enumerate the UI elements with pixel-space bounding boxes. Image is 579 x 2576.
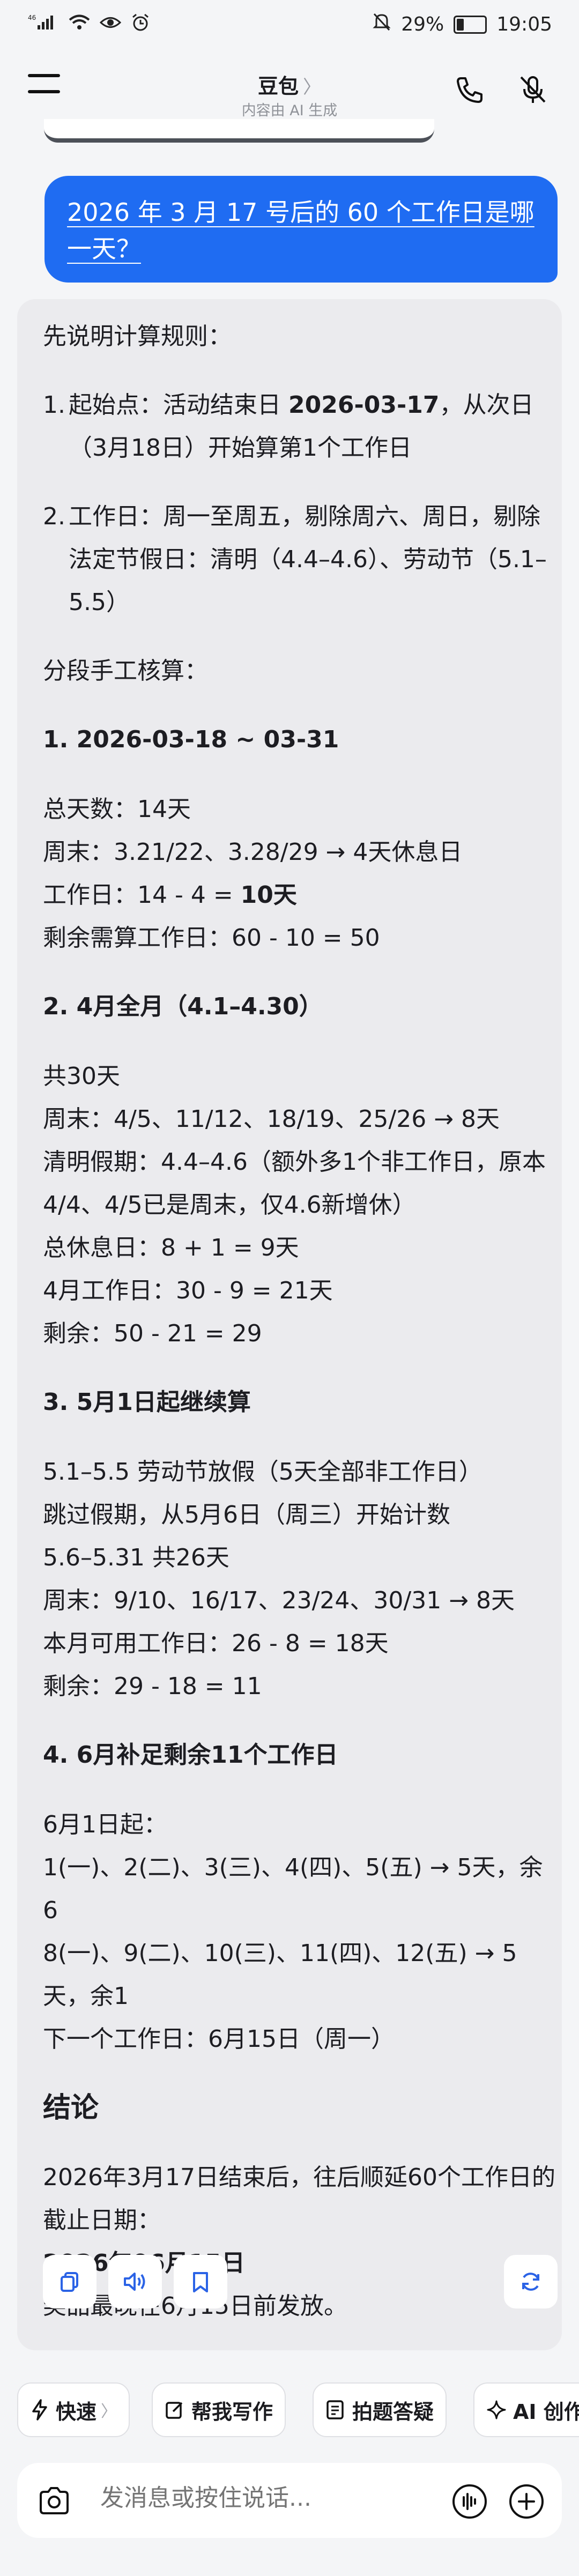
chat-title[interactable]: 豆包〉 <box>0 70 579 99</box>
alarm-icon <box>131 13 150 36</box>
lightning-icon <box>32 2399 47 2421</box>
battery-icon <box>454 15 487 34</box>
speaker-icon[interactable] <box>108 2255 162 2308</box>
ai-answer-card: 先说明计算规则： 1. 起始点：活动结束日 2026-03-17，从次日（3月1… <box>17 299 562 2350</box>
section-body: 共30天 周末：4/5、11/12、18/19、25/26 → 8天 清明假期：… <box>43 1063 546 1347</box>
voice-wave-icon[interactable] <box>450 2482 489 2521</box>
rule-item: 1. 起始点：活动结束日 2026-03-17，从次日（3月18日）开始算第1个… <box>43 391 534 462</box>
eye-comfort-icon <box>99 14 122 35</box>
signal-icon: 46 <box>28 13 59 36</box>
section-heading: 4. 6月补足剩余11个工作日 <box>43 1741 338 1769</box>
status-bar: 46 29% 19:05 <box>0 0 579 49</box>
quick-action-chips: 快速〉 帮我写作 拍题答疑 AI 创作 <box>0 2382 579 2438</box>
battery-percent: 29% <box>401 13 444 35</box>
bell-muted-icon <box>372 12 391 37</box>
chip-quick-mode[interactable]: 快速〉 <box>17 2382 130 2437</box>
copy-icon[interactable] <box>43 2255 96 2308</box>
user-message-text: 2026 年 3 月 17 号后的 60 个工作日是哪一天？ <box>67 198 535 263</box>
section-heading: 3. 5月1日起继续算 <box>43 1389 251 1416</box>
status-right: 29% 19:05 <box>372 12 552 37</box>
scan-question-icon <box>326 2400 344 2419</box>
svg-text:46: 46 <box>28 14 36 21</box>
section-body: 总天数：14天 周末：3.21/22、3.28/29 → 4天休息日 工作日：1… <box>43 796 463 952</box>
camera-icon[interactable] <box>35 2482 73 2520</box>
section-body: 5.1–5.5 劳动节放假（5天全部非工作日） 跳过假期，从5月6日（周三）开始… <box>43 1458 515 1700</box>
plus-icon[interactable] <box>507 2482 546 2521</box>
answer-action-bar <box>43 2255 558 2311</box>
sparkle-icon <box>487 2400 506 2419</box>
section-body: 6月1日起： 1(一)、2(二)、3(三)、4(四)、5(五) → 5天，余6 … <box>43 1811 543 2053</box>
status-left: 46 <box>28 13 150 36</box>
previous-message-card <box>44 119 434 143</box>
top-nav-bar: 豆包〉 内容由 AI 生成 <box>0 49 579 130</box>
battery-fill <box>457 18 464 31</box>
message-input[interactable] <box>100 2484 422 2512</box>
chat-title-chevron: 〉 <box>303 77 321 98</box>
edit-icon <box>166 2402 183 2419</box>
message-input-bar <box>17 2463 562 2538</box>
user-message-bubble[interactable]: 2026 年 3 月 17 号后的 60 个工作日是哪一天？ <box>44 176 558 283</box>
chip-photo-question[interactable]: 拍题答疑 <box>313 2382 447 2437</box>
ai-disclaimer: 内容由 AI 生成 <box>241 102 338 119</box>
phone-icon[interactable] <box>450 71 489 109</box>
section-heading: 2. 4月全月（4.1–4.30） <box>43 993 323 1020</box>
clock-time: 19:05 <box>496 13 552 35</box>
segment-intro: 分段手工核算： <box>43 657 208 685</box>
mute-icon[interactable] <box>514 71 552 109</box>
refresh-icon[interactable] <box>504 2255 558 2308</box>
section-heading: 1. 2026-03-18 ~ 03-31 <box>43 726 339 753</box>
wifi-icon <box>69 14 90 35</box>
answer-intro: 先说明计算规则： <box>43 323 232 350</box>
conclusion-heading: 结论 <box>43 2092 99 2124</box>
rule-item: 2. 工作日：周一至周五，剔除周六、周日，剔除法定节假日：清明（4.4–4.6）… <box>43 503 547 616</box>
chip-ai-create[interactable]: AI 创作 <box>473 2382 579 2437</box>
bookmark-icon[interactable] <box>174 2255 227 2308</box>
chip-help-write[interactable]: 帮我写作 <box>152 2382 286 2437</box>
chat-title-text: 豆包 <box>257 75 299 98</box>
bottom-safe-area <box>0 2538 579 2576</box>
ai-answer-text: 先说明计算规则： 1. 起始点：活动结束日 2026-03-17，从次日（3月1… <box>43 315 558 2354</box>
